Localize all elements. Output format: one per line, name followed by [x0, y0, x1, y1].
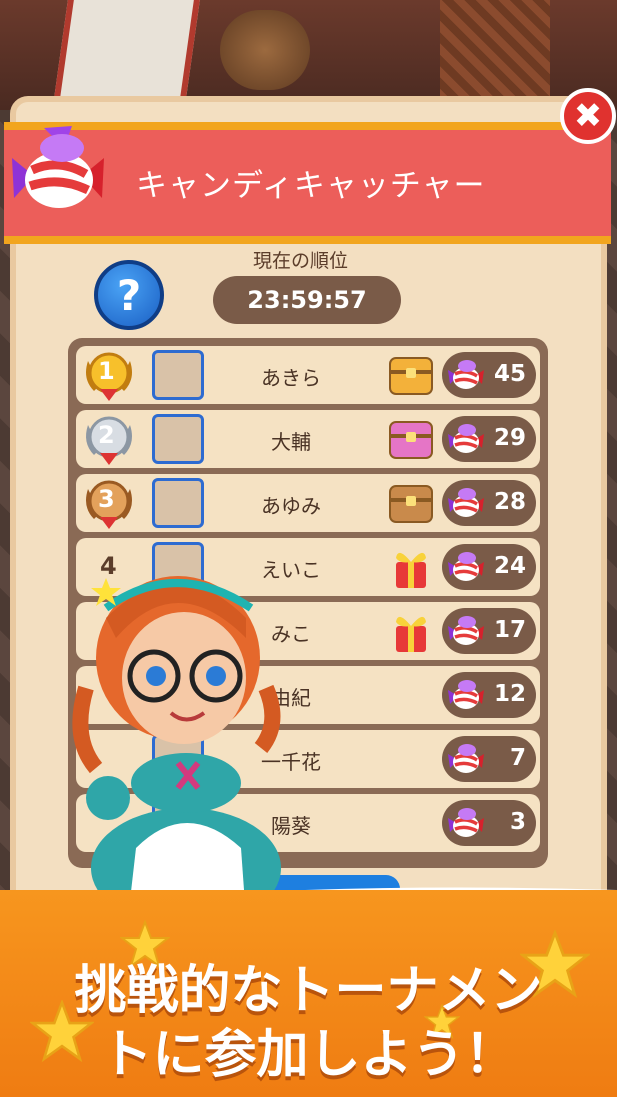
- score-pill: 3: [442, 800, 536, 846]
- score-value: 28: [493, 489, 526, 515]
- help-button[interactable]: ?: [94, 260, 164, 330]
- score-value: 24: [493, 553, 526, 579]
- close-icon: ✖: [573, 96, 603, 136]
- pink-chest-icon: [389, 421, 433, 459]
- player-name: 大輔: [271, 430, 311, 454]
- candy-icon: [448, 680, 484, 709]
- leaderboard-row: 1 あきら 45: [76, 346, 540, 404]
- candy-icon: [448, 360, 484, 389]
- gold-chest-icon: [389, 357, 433, 395]
- barrel-decor: [220, 10, 310, 90]
- candy-icon: [448, 552, 484, 581]
- leaderboard-row: 2 大輔 29: [76, 410, 540, 468]
- score-pill: 28: [442, 480, 536, 526]
- avatar: [152, 350, 204, 400]
- leaderboard-row: 3 あゆみ 28: [76, 474, 540, 532]
- rank-number: 1: [98, 357, 115, 385]
- promo-line-2: トに参加しよう！: [100, 1025, 517, 1085]
- rank-number: 3: [98, 485, 115, 513]
- gift-box-icon: [396, 552, 426, 588]
- close-button[interactable]: ✖: [560, 88, 616, 144]
- girl-character-icon: [72, 576, 281, 918]
- candy-icon: [448, 424, 484, 453]
- avatar: [152, 478, 204, 528]
- score-value: 17: [493, 617, 526, 643]
- candy-icon: [448, 488, 484, 517]
- score-value: 45: [493, 361, 526, 387]
- player-name: あきら: [261, 366, 321, 390]
- crate-decor: [440, 0, 550, 100]
- event-title: キャンディキャッチャー: [136, 168, 486, 204]
- score-pill: 24: [442, 544, 536, 590]
- candy-icon: [448, 616, 484, 645]
- avatar: [152, 414, 204, 464]
- candy-logo-icon: [12, 126, 104, 208]
- wood-chest-icon: [389, 485, 433, 523]
- candy-icon: [448, 744, 484, 773]
- score-pill: 7: [442, 736, 536, 782]
- score-pill: 29: [442, 416, 536, 462]
- countdown-timer: 23:59:57: [213, 276, 401, 324]
- gift-box-icon: [396, 616, 426, 652]
- score-pill: 17: [442, 608, 536, 654]
- rank-number: 2: [98, 421, 115, 449]
- score-value: 7: [509, 745, 526, 771]
- score-value: 12: [493, 681, 526, 707]
- score-pill: 45: [442, 352, 536, 398]
- score-value: 29: [493, 425, 526, 451]
- score-pill: 12: [442, 672, 536, 718]
- candy-icon: [448, 808, 484, 837]
- current-rank-label: 現在の順位: [253, 250, 349, 272]
- player-name: あゆみ: [261, 494, 321, 518]
- question-icon: ?: [116, 270, 142, 320]
- score-value: 3: [509, 809, 526, 835]
